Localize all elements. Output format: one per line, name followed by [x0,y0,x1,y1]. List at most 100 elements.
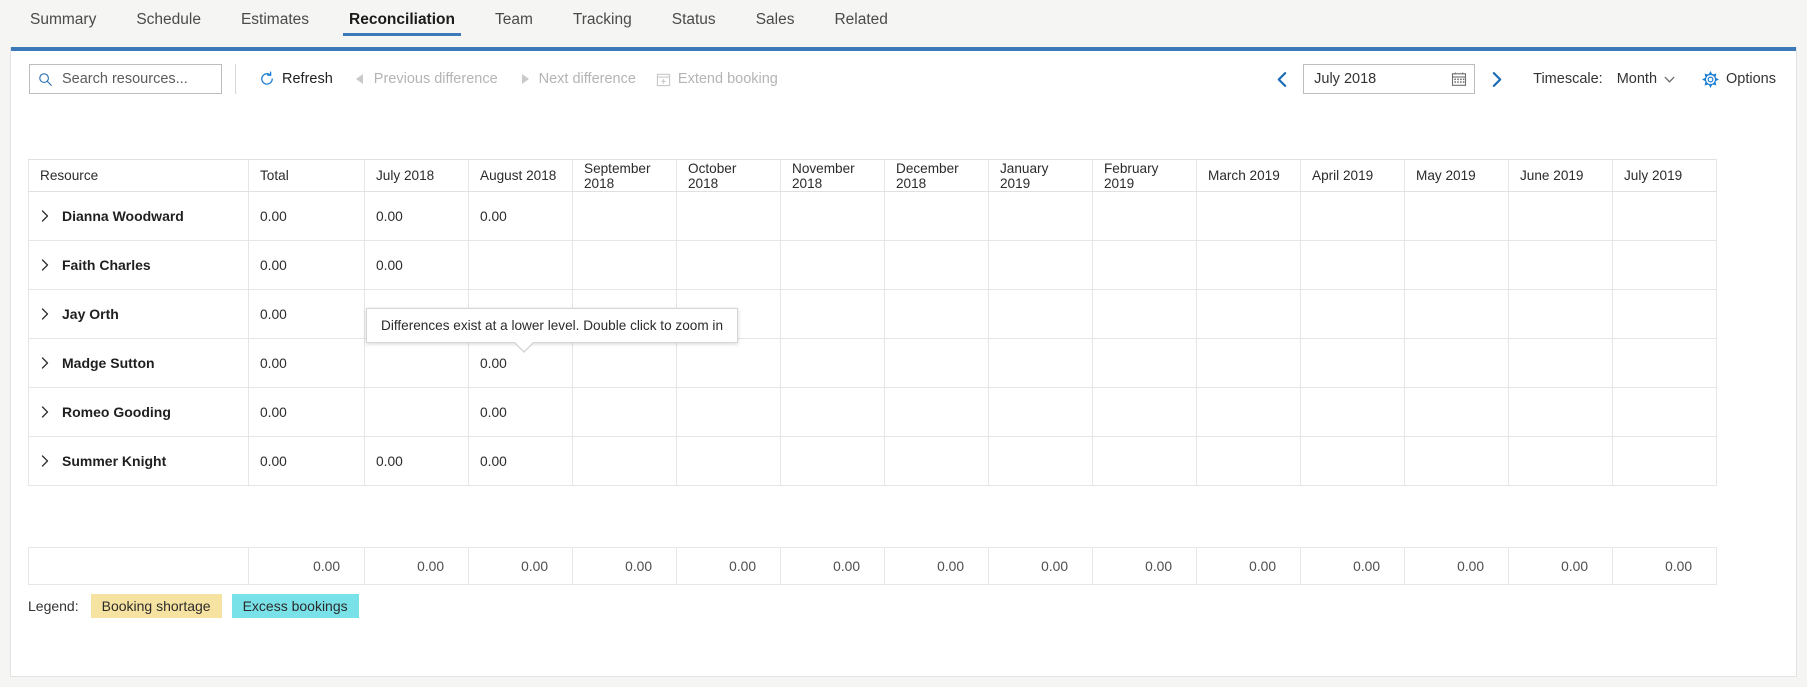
grid-col-header-13[interactable]: June 2019 [1508,159,1613,192]
table-row[interactable]: Summer Knight 0.00 0.00 0.00 [28,436,1717,486]
value-cell[interactable] [884,436,989,486]
value-cell[interactable] [884,240,989,290]
value-cell[interactable] [780,436,885,486]
expand-chevron-icon[interactable] [40,356,50,370]
value-cell[interactable] [780,387,885,437]
tab-related[interactable]: Related [814,0,907,40]
grid-col-header-10[interactable]: March 2019 [1196,159,1301,192]
tab-sales[interactable]: Sales [736,0,815,40]
tab-team[interactable]: Team [475,0,553,40]
value-cell[interactable] [676,240,781,290]
value-cell[interactable] [676,338,781,388]
grid-col-header-11[interactable]: April 2019 [1300,159,1405,192]
total-cell[interactable]: 0.00 [248,240,365,290]
value-cell[interactable] [572,436,677,486]
search-input[interactable] [60,70,213,88]
value-cell[interactable]: 0.00 [364,436,469,486]
total-cell[interactable]: 0.00 [248,338,365,388]
value-cell[interactable] [988,240,1093,290]
grid-col-header-2[interactable]: July 2018 [364,159,469,192]
expand-chevron-icon[interactable] [40,454,50,468]
value-cell[interactable] [676,191,781,241]
value-cell[interactable] [1404,191,1509,241]
next-period-button[interactable] [1481,63,1511,95]
value-cell[interactable] [1092,191,1197,241]
calendar-icon[interactable] [1451,71,1467,87]
total-cell[interactable]: 0.00 [248,289,365,339]
value-cell[interactable] [572,338,677,388]
value-cell[interactable] [1508,289,1613,339]
value-cell[interactable] [1300,436,1405,486]
tab-status[interactable]: Status [652,0,736,40]
value-cell[interactable] [884,289,989,339]
value-cell[interactable] [1404,289,1509,339]
table-row[interactable]: Jay Orth 0.00 [28,289,1717,339]
value-cell[interactable] [1404,436,1509,486]
total-cell[interactable]: 0.00 [248,436,365,486]
total-cell[interactable]: 0.00 [248,387,365,437]
value-cell[interactable] [572,191,677,241]
grid-col-header-0[interactable]: Resource [28,159,249,192]
value-cell[interactable] [1612,240,1717,290]
value-cell[interactable]: 0.00 [468,191,573,241]
options-button[interactable]: Options [1698,63,1780,95]
value-cell[interactable] [468,240,573,290]
value-cell[interactable] [1092,387,1197,437]
tab-tracking[interactable]: Tracking [553,0,652,40]
value-cell[interactable] [572,387,677,437]
value-cell[interactable] [988,387,1093,437]
value-cell[interactable] [780,289,885,339]
value-cell[interactable] [1612,338,1717,388]
value-cell[interactable] [884,191,989,241]
value-cell[interactable] [1508,240,1613,290]
next-difference-button[interactable]: Next difference [508,63,646,95]
tab-schedule[interactable]: Schedule [116,0,221,40]
value-cell[interactable] [988,338,1093,388]
grid-col-header-5[interactable]: October 2018 [676,159,781,192]
expand-chevron-icon[interactable] [40,258,50,272]
table-row[interactable]: Madge Sutton 0.00 0.00 [28,338,1717,388]
table-row[interactable]: Faith Charles 0.00 0.00 [28,240,1717,290]
previous-period-button[interactable] [1267,63,1297,95]
value-cell[interactable] [1196,191,1301,241]
value-cell[interactable] [1300,240,1405,290]
expand-chevron-icon[interactable] [40,405,50,419]
expand-chevron-icon[interactable] [40,307,50,321]
value-cell[interactable] [572,240,677,290]
table-row[interactable]: Dianna Woodward 0.00 0.00 0.00 [28,191,1717,241]
previous-difference-button[interactable]: Previous difference [343,63,508,95]
grid-col-header-6[interactable]: November 2018 [780,159,885,192]
grid-col-header-4[interactable]: September 2018 [572,159,677,192]
period-date-field[interactable]: July 2018 [1303,64,1476,94]
value-cell[interactable] [780,240,885,290]
value-cell[interactable] [1196,289,1301,339]
value-cell[interactable] [1508,387,1613,437]
value-cell[interactable] [988,436,1093,486]
expand-chevron-icon[interactable] [40,209,50,223]
value-cell[interactable] [1196,436,1301,486]
value-cell[interactable] [676,387,781,437]
grid-col-header-12[interactable]: May 2019 [1404,159,1509,192]
value-cell[interactable]: 0.00 [364,191,469,241]
tab-summary[interactable]: Summary [10,0,116,40]
value-cell[interactable] [988,191,1093,241]
value-cell[interactable] [1196,338,1301,388]
value-cell[interactable] [1300,338,1405,388]
refresh-button[interactable]: Refresh [249,63,343,95]
value-cell[interactable] [1404,240,1509,290]
value-cell[interactable] [1612,289,1717,339]
value-cell[interactable] [676,436,781,486]
value-cell[interactable] [1508,338,1613,388]
value-cell[interactable] [364,338,469,388]
value-cell[interactable] [1404,387,1509,437]
extend-booking-button[interactable]: Extend booking [646,63,788,95]
value-cell[interactable] [1508,191,1613,241]
value-cell[interactable] [780,338,885,388]
value-cell[interactable] [1092,338,1197,388]
value-cell[interactable] [884,338,989,388]
grid-col-header-8[interactable]: January 2019 [988,159,1093,192]
value-cell[interactable] [1300,289,1405,339]
value-cell[interactable]: 0.00 [468,436,573,486]
table-row[interactable]: Romeo Gooding 0.00 0.00 [28,387,1717,437]
total-cell[interactable]: 0.00 [248,191,365,241]
